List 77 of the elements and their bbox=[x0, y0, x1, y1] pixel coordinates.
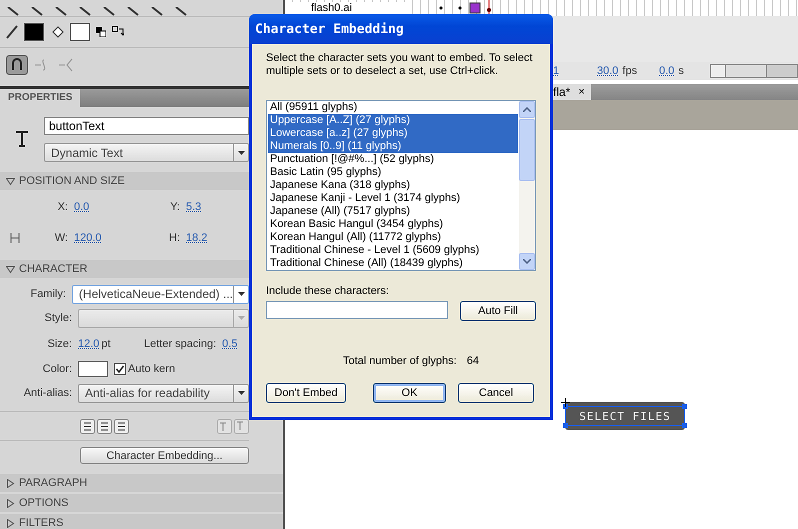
color-swatch[interactable] bbox=[78, 361, 108, 377]
character-set-item[interactable]: Lowercase [a..z] (27 glyphs) bbox=[268, 127, 518, 140]
magnet-icon[interactable] bbox=[6, 55, 28, 75]
crosshair-icon bbox=[561, 398, 570, 407]
close-icon[interactable]: × bbox=[578, 86, 585, 98]
character-set-item[interactable]: Japanese (All) (7517 glyphs) bbox=[268, 205, 518, 218]
character-set-item[interactable]: All (95911 glyphs) bbox=[268, 101, 518, 114]
anti-alias-label: Anti-alias: bbox=[22, 387, 72, 399]
text-type-dropdown[interactable]: Dynamic Text bbox=[44, 143, 249, 162]
caret-icon bbox=[238, 391, 244, 395]
dialog-title-bar: Character Embedding bbox=[249, 14, 553, 44]
size-label: Size: bbox=[46, 338, 72, 350]
expanded-triangle-icon[interactable] bbox=[6, 176, 15, 186]
y-value[interactable]: 5.3 bbox=[186, 200, 202, 212]
dialog-button[interactable]: Don't Embed bbox=[266, 383, 346, 403]
playhead-icon bbox=[487, 0, 491, 16]
dialog-button[interactable]: Cancel bbox=[458, 383, 534, 403]
select-files-button[interactable]: SELECT FILES bbox=[565, 402, 685, 430]
default-colors-icon[interactable] bbox=[96, 27, 106, 37]
stroke-color-swatch[interactable] bbox=[24, 23, 44, 41]
section-header[interactable]: PARAGRAPH bbox=[0, 474, 283, 492]
total-glyphs-label: Total number of glyphs: bbox=[343, 355, 457, 367]
collapsed-triangle-icon[interactable] bbox=[6, 518, 15, 528]
character-set-item[interactable]: Punctuation [!@#%...] (52 glyphs) bbox=[268, 153, 518, 166]
character-set-item[interactable]: Numerals [0..9] (11 glyphs) bbox=[268, 140, 518, 153]
color-label: Color: bbox=[42, 363, 72, 375]
fps-value[interactable]: 30.0 bbox=[597, 65, 618, 77]
x-label: X: bbox=[56, 200, 68, 212]
time-unit: s bbox=[678, 65, 684, 77]
properties-tab[interactable]: PROPERTIES bbox=[0, 89, 80, 107]
dialog-description: Select the character sets you want to embed. To select multiple sets or to deselect a set, use Ctrl+click. bbox=[266, 52, 534, 79]
fill-color-swatch[interactable] bbox=[70, 23, 90, 41]
w-value[interactable]: 120.0 bbox=[74, 232, 134, 244]
include-label: Include these characters: bbox=[266, 285, 390, 297]
w-label: W: bbox=[54, 232, 68, 244]
collapsed-triangle-icon[interactable] bbox=[6, 498, 15, 508]
letter-spacing-label: Letter spacing: bbox=[144, 338, 216, 350]
size-unit: pt bbox=[101, 338, 111, 350]
collapsed-triangle-icon[interactable] bbox=[6, 478, 15, 488]
include-characters-field[interactable] bbox=[266, 301, 448, 319]
family-dropdown[interactable]: (HelveticaNeue-Extended) ... bbox=[72, 284, 249, 304]
swap-colors-icon[interactable] bbox=[112, 26, 124, 38]
h-value[interactable]: 18.2 bbox=[186, 232, 208, 244]
y-label: Y: bbox=[169, 200, 180, 212]
frame-number[interactable]: 1 bbox=[553, 65, 593, 77]
caret-icon bbox=[238, 316, 244, 320]
total-glyphs-value: 64 bbox=[466, 355, 479, 367]
timeline-scrollbar[interactable] bbox=[710, 64, 798, 78]
section-header[interactable]: OPTIONS bbox=[0, 494, 283, 512]
letter-spacing-value[interactable]: 0.5 bbox=[222, 338, 238, 350]
character-embedding-button[interactable]: Character Embedding... bbox=[80, 447, 249, 464]
h-label: H: bbox=[168, 232, 180, 244]
character-set-item[interactable]: Traditional Chinese - Level 1 (5609 glyphs) bbox=[268, 244, 518, 257]
section-header[interactable]: FILTERS bbox=[0, 514, 283, 529]
auto-kern-label: Auto kern bbox=[128, 363, 176, 375]
checkbox[interactable] bbox=[114, 363, 126, 375]
x-value[interactable]: 0.0 bbox=[74, 200, 134, 212]
character-set-item[interactable]: Korean Basic Hangul (3454 glyphs) bbox=[268, 218, 518, 231]
character-set-item[interactable]: Korean Hangul (All) (11772 glyphs) bbox=[268, 231, 518, 244]
style-label: Style: bbox=[43, 312, 72, 324]
scrollbar[interactable] bbox=[519, 101, 535, 270]
character-set-item[interactable]: Uppercase [A..Z] (27 glyphs) bbox=[268, 114, 518, 127]
character-set-item[interactable]: Japanese Kanji - Level 1 (3174 glyphs) bbox=[268, 192, 518, 205]
family-label: Family: bbox=[29, 288, 66, 300]
expanded-triangle-icon[interactable] bbox=[6, 264, 15, 274]
fps-unit: fps bbox=[622, 65, 638, 77]
auto-fill-button[interactable]: Auto Fill bbox=[460, 301, 536, 321]
instance-name-field[interactable]: buttonText bbox=[44, 117, 249, 135]
layer-dots-drawing bbox=[439, 2, 481, 14]
caret-icon bbox=[238, 292, 244, 296]
anti-alias-dropdown[interactable]: Anti-alias for readability bbox=[78, 384, 249, 402]
dialog-button[interactable]: OK bbox=[373, 383, 446, 403]
caret-icon bbox=[238, 150, 244, 154]
character-set-list[interactable] bbox=[266, 100, 536, 271]
time-value[interactable]: 0.0 bbox=[659, 65, 674, 77]
pencil-icon[interactable] bbox=[6, 25, 18, 39]
size-value[interactable]: 12.0 bbox=[78, 338, 100, 350]
